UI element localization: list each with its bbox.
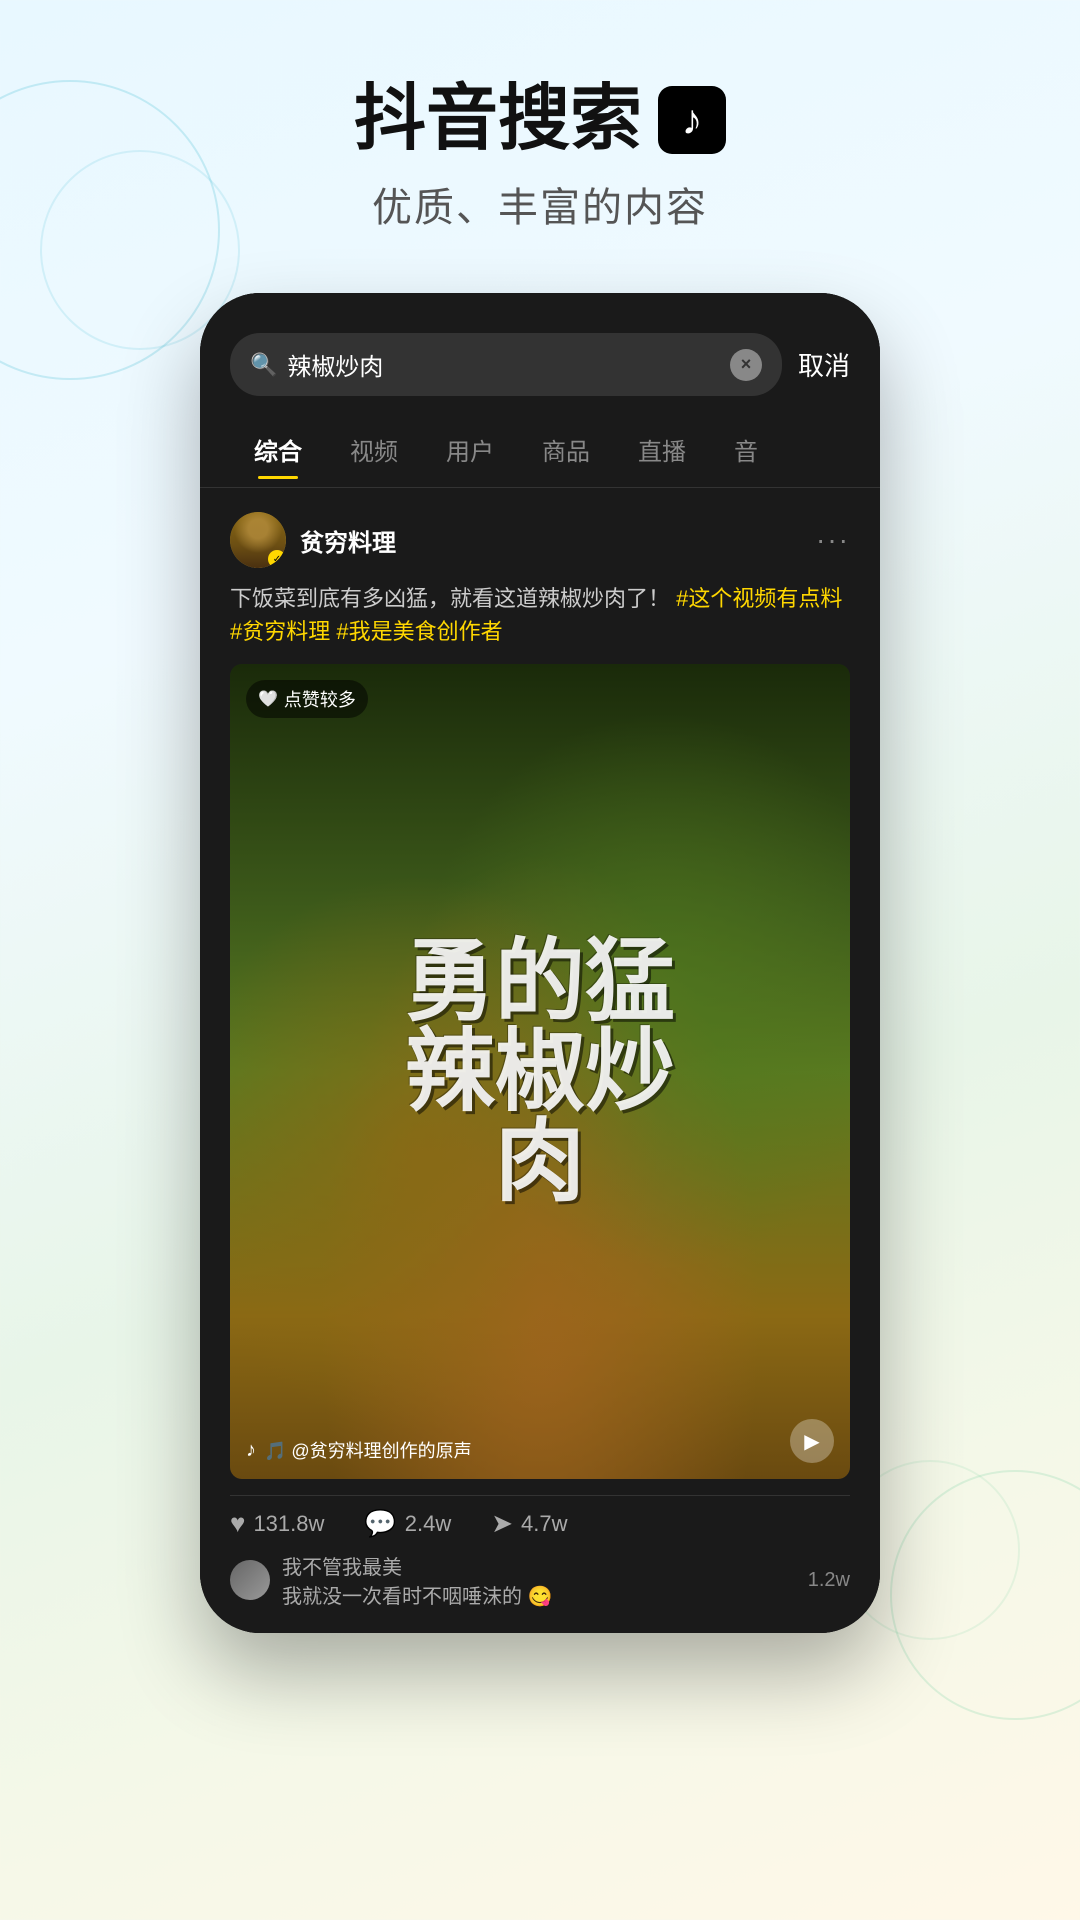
- tab-用户[interactable]: 用户: [422, 420, 518, 479]
- likes-badge-text: 点赞较多: [284, 686, 356, 712]
- search-query-text: 辣椒炒肉: [287, 347, 720, 382]
- search-icon: 🔍: [250, 352, 277, 378]
- more-options-button[interactable]: ···: [816, 524, 850, 556]
- stats-row: ♥ 131.8w 💬 2.4w ➤ 4.7w: [230, 1495, 850, 1539]
- comment-preview-row: 我不管我最美 我就没一次看时不咽唾沫的 😋 1.2w: [230, 1551, 850, 1609]
- comment-likes-count: 1.2w: [808, 1569, 850, 1592]
- comment-body: 我就没一次看时不咽唾沫的 😋: [282, 1580, 796, 1609]
- hashtag-1[interactable]: #这个视频有点料: [676, 586, 842, 611]
- app-title: 抖音搜索 ♪: [0, 80, 1080, 159]
- comment-icon: 💬: [364, 1508, 396, 1539]
- username-label: 贫穷料理: [300, 523, 396, 558]
- heart-small-icon: 🤍: [258, 689, 278, 709]
- video-title-text: 勇的猛辣椒炒肉: [385, 917, 695, 1227]
- likes-badge: 🤍 点赞较多: [246, 680, 368, 718]
- cancel-button[interactable]: 取消: [798, 346, 850, 383]
- phone-mockup: 🔍 辣椒炒肉 × 取消 综合 视频 用户 商品 直播 音: [200, 293, 880, 1633]
- hashtag-2[interactable]: #贫穷料理: [230, 619, 330, 644]
- tiktok-logo: ♪: [658, 86, 726, 154]
- video-thumbnail[interactable]: 勇的猛辣椒炒肉 🤍 点赞较多 ♪ 🎵 @贫穷料理创作的原声 ▶: [230, 664, 850, 1479]
- tab-音乐[interactable]: 音: [710, 420, 782, 479]
- sound-info: ♪ 🎵 @贫穷料理创作的原声: [246, 1437, 472, 1463]
- share-icon: ➤: [491, 1508, 513, 1539]
- tab-视频[interactable]: 视频: [326, 420, 422, 479]
- tab-商品[interactable]: 商品: [518, 420, 614, 479]
- verified-badge: ✓: [268, 550, 286, 568]
- commenter-avatar: [230, 1560, 270, 1600]
- header-section: 抖音搜索 ♪ 优质、丰富的内容: [0, 0, 1080, 273]
- user-info: ✓ 贫穷料理: [230, 512, 396, 568]
- tiktok-note-icon: ♪: [246, 1439, 256, 1462]
- tabs-row: 综合 视频 用户 商品 直播 音: [200, 412, 880, 488]
- phone-wrapper: 🔍 辣椒炒肉 × 取消 综合 视频 用户 商品 直播 音: [0, 293, 1080, 1633]
- stat-likes[interactable]: ♥ 131.8w: [230, 1508, 324, 1539]
- content-card: ✓ 贫穷料理 ··· 下饭菜到底有多凶猛，就看这道辣椒炒肉了！ #这个视频有点料…: [200, 488, 880, 1633]
- card-header: ✓ 贫穷料理 ···: [230, 512, 850, 568]
- likes-count: 131.8w: [253, 1511, 324, 1537]
- title-text: 抖音搜索: [354, 80, 642, 159]
- search-bar: 🔍 辣椒炒肉 × 取消: [200, 293, 880, 412]
- card-description: 下饭菜到底有多凶猛，就看这道辣椒炒肉了！ #这个视频有点料 #贫穷料理 #我是美…: [230, 582, 850, 648]
- tiktok-logo-icon: ♪: [682, 97, 703, 143]
- comment-content: 我不管我最美 我就没一次看时不咽唾沫的 😋: [282, 1551, 796, 1609]
- heart-icon: ♥: [230, 1508, 245, 1539]
- tab-直播[interactable]: 直播: [614, 420, 710, 479]
- video-overlay-text: 勇的猛辣椒炒肉: [230, 664, 850, 1479]
- description-text: 下饭菜到底有多凶猛，就看这道辣椒炒肉了！: [230, 586, 670, 611]
- hashtag-3[interactable]: #我是美食创作者: [336, 619, 502, 644]
- clear-icon: ×: [741, 354, 752, 375]
- stat-shares[interactable]: ➤ 4.7w: [491, 1508, 567, 1539]
- tab-综合[interactable]: 综合: [230, 420, 326, 479]
- phone-content: 🔍 辣椒炒肉 × 取消 综合 视频 用户 商品 直播 音: [200, 293, 880, 1633]
- sound-text: 🎵 @贫穷料理创作的原声: [264, 1437, 472, 1463]
- shares-count: 4.7w: [521, 1511, 567, 1537]
- stat-comments[interactable]: 💬 2.4w: [364, 1508, 451, 1539]
- search-input-area[interactable]: 🔍 辣椒炒肉 ×: [230, 333, 782, 396]
- play-button[interactable]: ▶: [790, 1419, 834, 1463]
- commenter-name: 我不管我最美: [282, 1551, 796, 1580]
- search-clear-button[interactable]: ×: [730, 349, 762, 381]
- avatar: ✓: [230, 512, 286, 568]
- subtitle-text: 优质、丰富的内容: [0, 175, 1080, 233]
- comments-count: 2.4w: [405, 1511, 451, 1537]
